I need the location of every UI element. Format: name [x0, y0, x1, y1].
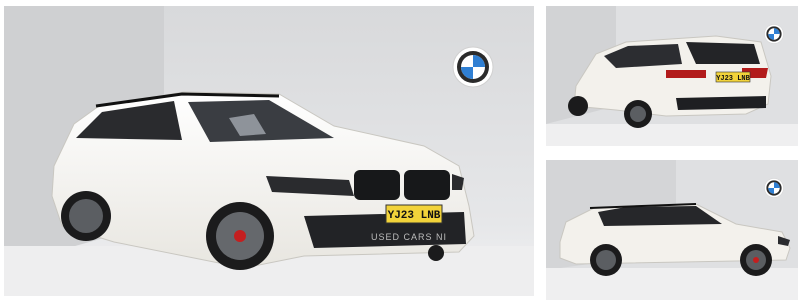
side-car-image — [546, 160, 798, 300]
bmw-logo-icon — [764, 24, 784, 44]
main-plate-text: YJ23 LNB — [388, 210, 441, 222]
side-car-photo[interactable] — [546, 160, 798, 300]
dealer-watermark: USED CARS NI — [371, 232, 447, 242]
bmw-logo-icon — [764, 178, 784, 198]
rear-car-photo[interactable]: YJ23 LNB — [546, 6, 798, 146]
bmw-logo-icon — [452, 46, 494, 88]
rear-plate-text: YJ23 LNB — [716, 75, 750, 83]
main-car-photo[interactable]: YJ23 LNB USED CARS NI — [4, 6, 534, 296]
rear-car-image: YJ23 LNB — [546, 6, 798, 146]
